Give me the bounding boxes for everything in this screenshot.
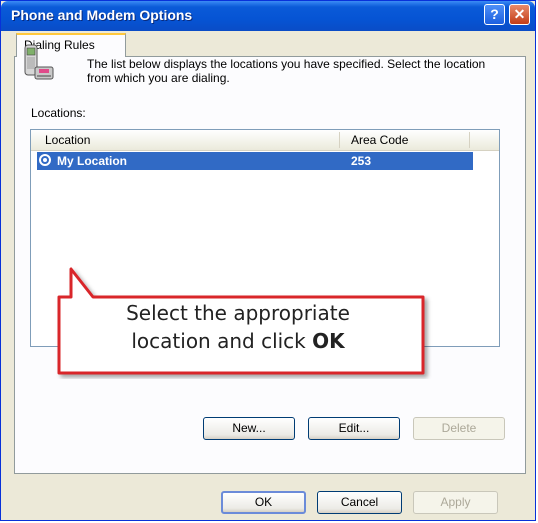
callout-text: Select the appropriate location and clic… [63,299,413,355]
window-title: Phone and Modem Options [11,7,193,23]
phone-icon [24,44,54,80]
location-name: My Location [57,154,128,168]
radio-selected-icon [39,154,51,166]
list-item[interactable]: My Location 253 [37,152,473,170]
help-glyph: ? [490,6,499,22]
column-separator[interactable] [339,132,340,148]
cancel-button[interactable]: Cancel [317,491,402,514]
callout-ok-emphasis: OK [312,329,345,353]
title-bar[interactable]: Phone and Modem Options ? ✕ [1,1,535,31]
location-area-code: 253 [351,154,372,168]
column-separator[interactable] [469,132,470,148]
help-icon[interactable]: ? [484,4,505,25]
callout-line-2: location and click OK [63,327,413,355]
description-text: The list below displays the locations yo… [87,57,486,85]
new-button[interactable]: New... [203,417,295,440]
locations-label: Locations: [31,106,86,120]
edit-button[interactable]: Edit... [308,417,400,440]
column-header-area-code[interactable]: Area Code [351,133,408,147]
callout-line-2-prefix: location and click [131,329,313,353]
close-glyph: ✕ [513,6,526,22]
callout-line-1: Select the appropriate [126,301,350,325]
ok-button[interactable]: OK [221,491,306,514]
list-header: Location Area Code [31,130,499,151]
column-header-location[interactable]: Location [45,133,90,147]
close-icon[interactable]: ✕ [509,4,530,25]
delete-button[interactable]: Delete [413,417,505,440]
phone-modem-dialog: Phone and Modem Options ? ✕ Dialing Rule… [0,0,536,521]
apply-button[interactable]: Apply [413,491,498,514]
